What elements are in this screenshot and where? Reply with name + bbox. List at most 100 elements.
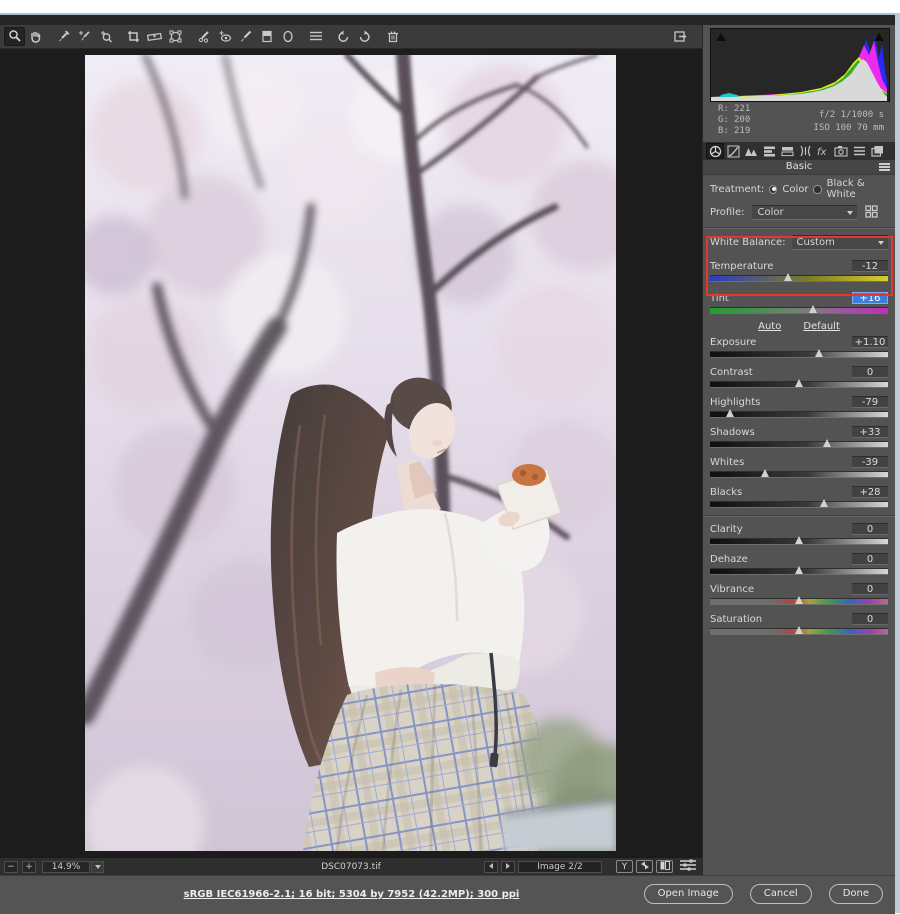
blacks-slider[interactable] bbox=[710, 501, 888, 508]
exposure-value[interactable]: +1.10 bbox=[852, 336, 888, 348]
tab-basic[interactable] bbox=[706, 143, 724, 159]
treatment-color-label[interactable]: Color bbox=[782, 184, 808, 195]
profile-browser-icon[interactable] bbox=[865, 205, 878, 221]
tab-split-toning[interactable] bbox=[778, 143, 796, 159]
highlights-thumb[interactable] bbox=[726, 409, 734, 417]
toggle-fullscreen-icon[interactable] bbox=[669, 27, 690, 46]
saturation-thumb[interactable] bbox=[795, 626, 803, 634]
blacks-thumb[interactable] bbox=[820, 499, 828, 507]
slider-highlights: Highlights-79 bbox=[710, 394, 888, 418]
shadows-thumb[interactable] bbox=[823, 439, 831, 447]
whites-label: Whites bbox=[710, 457, 744, 468]
clarity-value[interactable]: 0 bbox=[852, 523, 888, 535]
photo-preview[interactable] bbox=[85, 55, 616, 851]
slider-dehaze: Dehaze0 bbox=[710, 551, 888, 575]
done-button[interactable]: Done bbox=[829, 884, 883, 904]
contrast-slider[interactable] bbox=[710, 381, 888, 388]
shadows-slider[interactable] bbox=[710, 441, 888, 448]
treatment-bw-radio[interactable] bbox=[813, 185, 821, 194]
histogram[interactable] bbox=[710, 28, 890, 102]
tab-presets[interactable] bbox=[850, 143, 868, 159]
tab-detail[interactable] bbox=[742, 143, 760, 159]
transform-tool-icon[interactable] bbox=[165, 27, 186, 46]
open-image-button[interactable]: Open Image bbox=[644, 884, 733, 904]
tint-value[interactable]: +16 bbox=[852, 292, 888, 304]
vibrance-slider[interactable] bbox=[710, 598, 888, 605]
exif-readout: f/2 1/1000 s ISO 100 70 mm bbox=[814, 109, 884, 135]
preferences-tool-icon[interactable] bbox=[305, 27, 326, 46]
tab-effects[interactable]: fx bbox=[814, 143, 832, 159]
workflow-options-link[interactable]: sRGB IEC61966-2.1; 16 bit; 5304 by 7952 … bbox=[0, 889, 703, 900]
clarity-thumb[interactable] bbox=[795, 536, 803, 544]
default-link[interactable]: Default bbox=[803, 321, 840, 334]
next-image-button[interactable] bbox=[501, 861, 515, 873]
white-balance-dropdown[interactable]: Custom bbox=[792, 235, 888, 250]
radial-filter-tool-icon[interactable] bbox=[277, 27, 298, 46]
panel-menu-icon[interactable] bbox=[879, 163, 890, 172]
spot-removal-tool-icon[interactable] bbox=[193, 27, 214, 46]
swap-before-after-button[interactable] bbox=[636, 860, 653, 873]
delete-tool-icon[interactable] bbox=[382, 27, 403, 46]
previous-image-button[interactable] bbox=[484, 861, 498, 873]
vibrance-thumb[interactable] bbox=[795, 596, 803, 604]
hand-tool-icon[interactable] bbox=[25, 27, 46, 46]
shadows-value[interactable]: +33 bbox=[852, 426, 888, 438]
dehaze-thumb[interactable] bbox=[795, 566, 803, 574]
temperature-slider[interactable] bbox=[710, 275, 888, 282]
temperature-label: Temperature bbox=[710, 261, 773, 272]
image-canvas[interactable] bbox=[0, 49, 702, 857]
vibrance-value[interactable]: 0 bbox=[852, 583, 888, 595]
rotate-right-tool-icon[interactable] bbox=[354, 27, 375, 46]
color-sampler-tool-icon[interactable] bbox=[74, 27, 95, 46]
red-eye-tool-icon[interactable] bbox=[214, 27, 235, 46]
saturation-slider[interactable] bbox=[710, 628, 888, 635]
temperature-thumb[interactable] bbox=[784, 273, 792, 281]
page-right-edge bbox=[895, 13, 900, 913]
tab-hsl-grayscale[interactable] bbox=[760, 143, 778, 159]
zoom-tool-icon[interactable] bbox=[4, 27, 25, 46]
targeted-adjustment-tool-icon[interactable] bbox=[95, 27, 116, 46]
contrast-thumb[interactable] bbox=[795, 379, 803, 387]
tint-slider[interactable] bbox=[710, 307, 888, 314]
whites-thumb[interactable] bbox=[761, 469, 769, 477]
slider-saturation: Saturation0 bbox=[710, 611, 888, 635]
highlights-value[interactable]: -79 bbox=[852, 396, 888, 408]
treatment-bw-label[interactable]: Black & White bbox=[827, 178, 888, 200]
rgb-readout: R:221 G:200 B:219 bbox=[718, 104, 750, 137]
preview-preferences-icon[interactable] bbox=[680, 859, 696, 874]
exposure-slider[interactable] bbox=[710, 351, 888, 358]
tab-tone-curve[interactable] bbox=[724, 143, 742, 159]
temperature-value[interactable]: -12 bbox=[852, 260, 888, 272]
white-balance-tool-icon[interactable] bbox=[53, 27, 74, 46]
profile-dropdown[interactable]: Color bbox=[752, 205, 857, 220]
straighten-tool-icon[interactable] bbox=[144, 27, 165, 46]
tab-camera-calibration[interactable] bbox=[832, 143, 850, 159]
treatment-color-radio[interactable] bbox=[769, 185, 777, 194]
svg-text:fx: fx bbox=[817, 147, 827, 157]
dehaze-slider[interactable] bbox=[710, 568, 888, 575]
contrast-value[interactable]: 0 bbox=[852, 366, 888, 378]
highlights-slider[interactable] bbox=[710, 411, 888, 418]
dehaze-value[interactable]: 0 bbox=[852, 553, 888, 565]
rotate-left-tool-icon[interactable] bbox=[333, 27, 354, 46]
highlight-clipping-icon[interactable] bbox=[874, 33, 884, 41]
shadow-clipping-icon[interactable] bbox=[716, 33, 726, 41]
exposure-thumb[interactable] bbox=[815, 349, 823, 357]
whites-slider[interactable] bbox=[710, 471, 888, 478]
copy-settings-button[interactable] bbox=[656, 860, 673, 873]
graduated-filter-tool-icon[interactable] bbox=[256, 27, 277, 46]
cancel-button[interactable]: Cancel bbox=[750, 884, 812, 904]
whites-value[interactable]: -39 bbox=[852, 456, 888, 468]
clarity-slider[interactable] bbox=[710, 538, 888, 545]
blacks-value[interactable]: +28 bbox=[852, 486, 888, 498]
tab-snapshots[interactable] bbox=[868, 143, 886, 159]
vibrance-label: Vibrance bbox=[710, 584, 754, 595]
tab-lens-corrections[interactable] bbox=[796, 143, 814, 159]
treatment-label: Treatment: bbox=[710, 184, 764, 195]
tint-thumb[interactable] bbox=[809, 305, 817, 313]
before-after-y-button[interactable]: Y bbox=[616, 860, 633, 873]
auto-link[interactable]: Auto bbox=[758, 321, 781, 334]
adjustment-brush-tool-icon[interactable] bbox=[235, 27, 256, 46]
crop-tool-icon[interactable] bbox=[123, 27, 144, 46]
saturation-value[interactable]: 0 bbox=[852, 613, 888, 625]
